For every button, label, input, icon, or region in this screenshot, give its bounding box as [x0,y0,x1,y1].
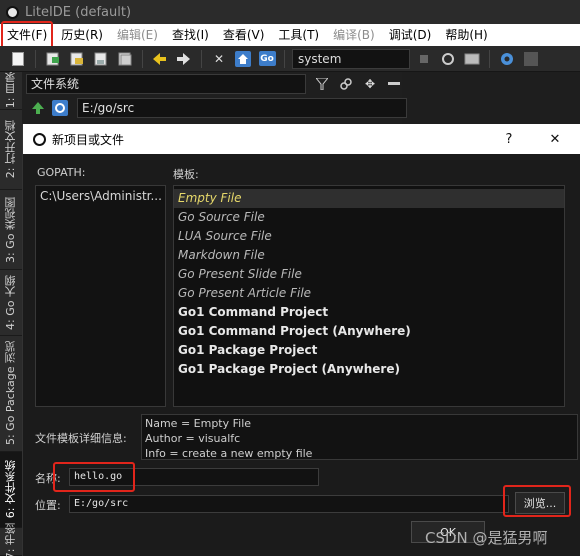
minimize-panel-icon[interactable] [384,74,404,94]
name-label: 名称: [35,472,61,485]
window-title: LiteIDE (default) [25,4,132,20]
new-project-dialog: 新项目或文件 ? ✕ GOPATH: C:\Users\Administr...… [22,124,580,556]
list-item[interactable]: Markdown File [174,246,564,265]
new-file-icon[interactable] [8,49,28,69]
go-icon[interactable]: Go [257,49,277,69]
side-tab-label: 5: Go Package 浏览 [4,341,17,446]
side-tab-outline[interactable]: 4: Go 大纲 [0,270,22,336]
save-all-icon[interactable] [115,49,135,69]
window-titlebar: LiteIDE (default) [0,0,580,24]
side-tab-bookmarks[interactable]: 7: 书签 [0,523,22,556]
side-tab-bar: 1: 目录 2: 打开文档 3: Go 类视图 4: Go 大纲 5: Go P… [0,72,22,556]
list-item[interactable]: Go1 Command Project [174,303,564,322]
menu-file[interactable]: 文件(F) [0,24,54,46]
side-tab-label: 4: Go 大纲 [4,275,17,330]
detail-line: Name = Empty File [145,417,252,430]
back-arrow-icon[interactable] [150,49,170,69]
gopath-label: GOPATH: [37,166,86,179]
location-input[interactable]: E:/go/src [69,495,509,513]
browse-button[interactable]: 浏览... [515,492,565,514]
toolbar-separator [489,49,490,68]
template-detail-label: 文件模板详细信息: [35,432,127,445]
close-button[interactable]: ✕ [537,124,573,154]
liteide-logo-icon [6,5,19,19]
menu-tools[interactable]: 工具(T) [271,24,326,46]
list-item[interactable]: C:\Users\Administr... [40,189,162,203]
toolbar-separator [201,49,202,68]
name-input[interactable]: hello.go [69,468,319,486]
list-item[interactable]: Go1 Package Project (Anywhere) [174,360,564,379]
detail-line: Author = visualfc [145,432,241,445]
location-label: 位置: [35,499,61,512]
side-tab-label: 1: 目录 [4,72,17,109]
toolbar-separator [142,49,143,68]
list-item[interactable]: Go Present Slide File [174,265,564,284]
menu-edit[interactable]: 编辑(E) [110,24,165,46]
side-tab-open-docs[interactable]: 2: 打开文档 [0,110,22,190]
filesystem-panel-tools: ✥ [312,74,404,94]
list-item[interactable]: Go1 Package Project [174,341,564,360]
dialog-titlebar: 新项目或文件 ? ✕ [23,124,580,154]
gear-icon[interactable] [497,49,517,69]
list-item[interactable]: LUA Source File [174,227,564,246]
go-up-icon[interactable] [28,98,48,118]
menu-build[interactable]: 编译(B) [326,24,382,46]
filesystem-panel-select[interactable]: 文件系统 [26,74,306,94]
link-icon[interactable] [336,74,356,94]
dialog-logo-icon [33,132,46,146]
side-tab-label: 3: Go 类视图 [4,196,17,263]
list-item[interactable]: Empty File [174,189,564,208]
open-file-icon[interactable] [43,49,63,69]
side-tab-label: 7: 书签 [4,523,17,556]
watermark: CSDN @是猛男啊 [425,529,548,547]
menu-find[interactable]: 查找(I) [165,24,216,46]
refresh-icon[interactable] [438,49,458,69]
templates-list[interactable]: Empty File Go Source File LUA Source Fil… [173,185,565,407]
env-select[interactable]: system [292,48,410,69]
side-tab-package-browser[interactable]: 5: Go Package 浏览 [0,336,22,452]
menu-debug[interactable]: 调试(D) [382,24,439,46]
list-item[interactable]: Go Present Article File [174,284,564,303]
gopath-list[interactable]: C:\Users\Administr... [35,185,166,407]
help-button[interactable]: ? [491,124,527,154]
menu-bar: 文件(F) 历史(R) 编辑(E) 查找(I) 查看(V) 工具(T) 编译(B… [0,24,580,46]
side-tab-label: 2: 打开文档 [4,120,17,179]
main-toolbar: ✕ Go system [0,46,580,72]
toolbar-separator [284,49,285,68]
refresh-folder-icon[interactable] [50,98,70,118]
stop-icon[interactable] [521,49,541,69]
detail-line: Info = create a new empty file [145,447,313,460]
save-icon[interactable] [91,49,111,69]
move-icon[interactable]: ✥ [360,74,380,94]
list-item[interactable]: Go Source File [174,208,564,227]
list-item[interactable]: Go1 Command Project (Anywhere) [174,322,564,341]
home-icon[interactable] [233,49,253,69]
toolbar-separator [35,49,36,68]
templates-label: 模板: [173,168,199,181]
side-tab-filesystem[interactable]: 6: 文件系统 [0,452,22,528]
tools-wrench-icon[interactable]: ✕ [209,49,229,69]
side-tab-directory[interactable]: 1: 目录 [0,72,22,110]
go-label: Go [258,51,276,66]
side-tab-label: 6: 文件系统 [4,460,17,519]
menu-view[interactable]: 查看(V) [216,24,272,46]
config-env-icon[interactable] [462,49,482,69]
side-tab-class-view[interactable]: 3: Go 类视图 [0,190,22,270]
menu-history[interactable]: 历史(R) [54,24,110,46]
menu-help[interactable]: 帮助(H) [438,24,494,46]
env-dropdown-icon[interactable] [414,49,434,69]
dialog-title: 新项目或文件 [52,132,125,147]
filesystem-path-field[interactable]: E:/go/src [77,98,407,118]
template-detail-box: Name = Empty File Author = visualfc Info… [141,414,578,460]
open-folder-icon[interactable] [67,49,87,69]
filter-icon[interactable] [312,74,332,94]
filesystem-panel: 文件系统 ✥ E:/go/src [22,72,407,124]
forward-arrow-icon[interactable] [174,49,194,69]
